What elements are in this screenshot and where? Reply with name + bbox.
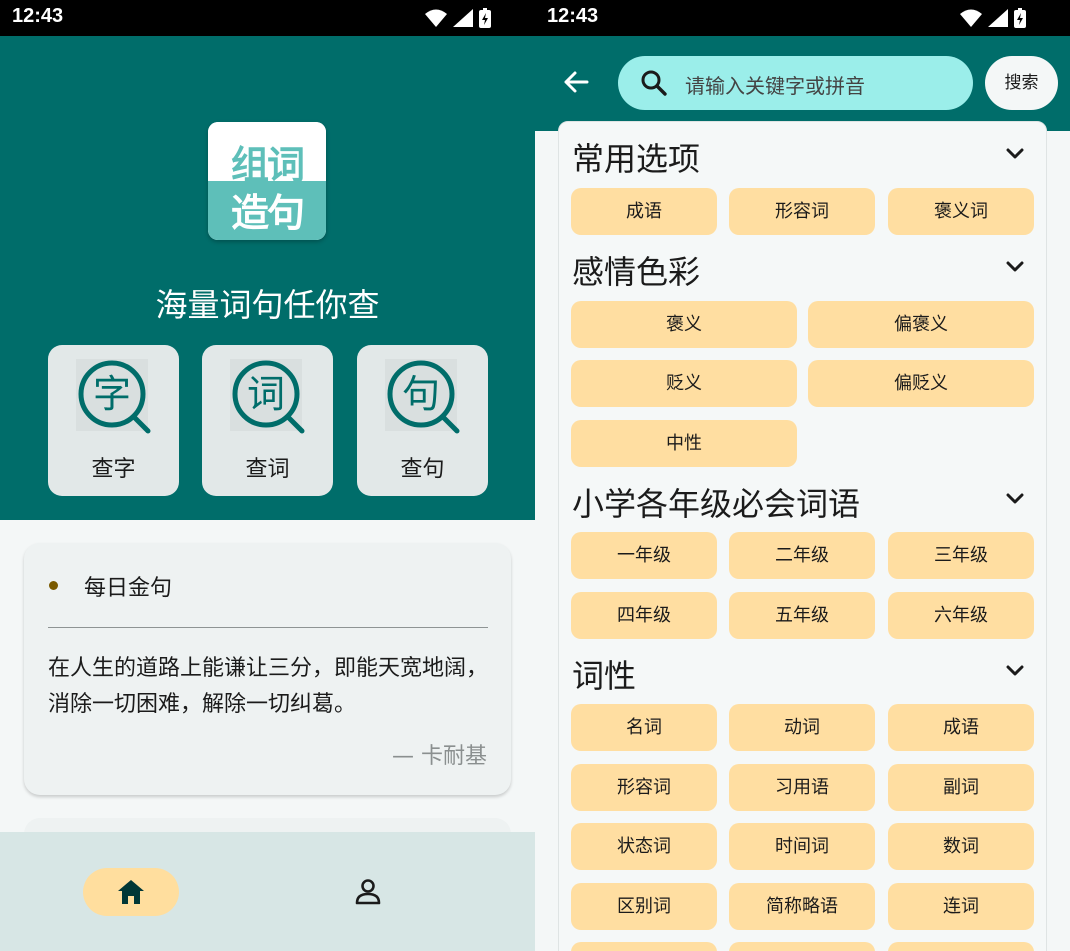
chip-common-2[interactable]: 形容词 bbox=[729, 188, 875, 235]
section-title-pos: 词性 bbox=[572, 657, 637, 695]
section-title-sentiment: 感情色彩 bbox=[572, 253, 701, 291]
chip-grade-1[interactable]: 一年级 bbox=[571, 532, 717, 579]
home-icon bbox=[118, 880, 144, 904]
bottom-navigation bbox=[0, 832, 535, 951]
chip-partial bbox=[729, 942, 875, 951]
search-box[interactable]: 请输入关键字或拼音 bbox=[618, 56, 973, 110]
chip-pos-4[interactable]: 形容词 bbox=[571, 764, 717, 811]
chevron-down-icon[interactable] bbox=[1005, 664, 1025, 678]
nav-profile[interactable] bbox=[354, 878, 382, 910]
chip-partial bbox=[888, 942, 1034, 951]
chevron-down-icon[interactable] bbox=[1005, 147, 1025, 161]
status-time: 12:43 bbox=[547, 5, 599, 27]
chip-pos-7[interactable]: 状态词 bbox=[571, 823, 717, 870]
chip-pos-8[interactable]: 时间词 bbox=[729, 823, 875, 870]
chevron-down-icon[interactable] bbox=[1005, 260, 1025, 274]
chip-grade-5[interactable]: 五年级 bbox=[729, 592, 875, 639]
status-time: 12:43 bbox=[12, 5, 64, 27]
status-bar: 12:43 bbox=[535, 0, 1070, 36]
wifi-icon bbox=[425, 9, 447, 27]
search-toolbar: 请输入关键字或拼音 搜索 bbox=[535, 36, 1070, 131]
lookup-character-label: 查字 bbox=[91, 457, 136, 482]
chip-sentiment-3[interactable]: 贬义 bbox=[571, 360, 797, 407]
chip-pos-10[interactable]: 区别词 bbox=[571, 883, 717, 930]
lookup-sentence-button[interactable]: 句 查句 bbox=[357, 345, 488, 496]
app-logo: 组词 造句 bbox=[208, 122, 326, 240]
daily-quote-card[interactable]: 每日金句 在人生的道路上能谦让三分，即能天宽地阔，消除一切困难，解除一切纠葛。 … bbox=[24, 543, 511, 795]
chip-grade-4[interactable]: 四年级 bbox=[571, 592, 717, 639]
logo-line-1: 组词 bbox=[230, 143, 305, 187]
magnifier-character-icon: 字 bbox=[76, 359, 151, 434]
home-header: 组词 造句 海量词句任你查 字 查字 词 查词 句 查句 bbox=[0, 36, 535, 520]
chip-common-3[interactable]: 褒义词 bbox=[888, 188, 1034, 235]
chip-pos-5[interactable]: 习用语 bbox=[729, 764, 875, 811]
chip-pos-1[interactable]: 名词 bbox=[571, 704, 717, 751]
section-title-common: 常用选项 bbox=[572, 140, 701, 178]
chip-sentiment-1[interactable]: 褒义 bbox=[571, 301, 797, 348]
chip-partial bbox=[571, 942, 717, 951]
back-arrow-icon[interactable] bbox=[563, 70, 589, 94]
chip-sentiment-4[interactable]: 偏贬义 bbox=[808, 360, 1034, 407]
system-icons bbox=[425, 8, 491, 28]
nav-home[interactable] bbox=[83, 868, 179, 916]
system-icons bbox=[960, 8, 1026, 28]
chip-common-1[interactable]: 成语 bbox=[571, 188, 717, 235]
daily-quote-text: 在人生的道路上能谦让三分，即能天宽地阔，消除一切困难，解除一切纠葛。 bbox=[48, 656, 489, 717]
search-screen: 12:43 请输入关键字或拼音 搜索 常用选项 成语 形容词 褒义词 感情色彩 … bbox=[535, 0, 1070, 951]
slogan: 海量词句任你查 bbox=[155, 286, 380, 324]
status-bar: 12:43 bbox=[0, 0, 535, 36]
search-placeholder: 请输入关键字或拼音 bbox=[685, 74, 865, 98]
chip-pos-3[interactable]: 成语 bbox=[888, 704, 1034, 751]
magnifier-glyph: 词 bbox=[247, 372, 285, 416]
chip-sentiment-2[interactable]: 偏褒义 bbox=[808, 301, 1034, 348]
daily-quote-author: — 卡耐基 bbox=[392, 744, 487, 769]
chip-grade-6[interactable]: 六年级 bbox=[888, 592, 1034, 639]
battery-icon bbox=[1014, 8, 1026, 28]
filter-content: 常用选项 成语 形容词 褒义词 感情色彩 褒义 偏褒义 贬义 偏贬义 中性 小学… bbox=[535, 121, 1070, 951]
user-icon bbox=[355, 879, 381, 905]
logo-line-2: 造句 bbox=[230, 191, 305, 235]
battery-icon bbox=[479, 8, 491, 28]
chip-pos-2[interactable]: 动词 bbox=[729, 704, 875, 751]
chip-pos-12[interactable]: 连词 bbox=[888, 883, 1034, 930]
daily-quote-title: 每日金句 bbox=[84, 576, 173, 601]
divider bbox=[48, 627, 488, 628]
lookup-word-label: 查词 bbox=[245, 457, 290, 482]
lookup-character-button[interactable]: 字 查字 bbox=[48, 345, 179, 496]
signal-icon bbox=[453, 9, 473, 27]
bullet-icon bbox=[49, 581, 58, 590]
search-button[interactable]: 搜索 bbox=[985, 56, 1058, 110]
chip-grade-2[interactable]: 二年级 bbox=[729, 532, 875, 579]
lookup-sentence-label: 查句 bbox=[400, 457, 445, 482]
chip-sentiment-5[interactable]: 中性 bbox=[571, 420, 797, 467]
signal-icon bbox=[988, 9, 1008, 27]
search-icon bbox=[641, 70, 667, 96]
wifi-icon bbox=[960, 9, 982, 27]
chip-pos-11[interactable]: 简称略语 bbox=[729, 883, 875, 930]
section-title-grades: 小学各年级必会词语 bbox=[572, 485, 861, 523]
magnifier-glyph: 句 bbox=[402, 372, 440, 416]
chip-pos-9[interactable]: 数词 bbox=[888, 823, 1034, 870]
chip-grade-3[interactable]: 三年级 bbox=[888, 532, 1034, 579]
magnifier-word-icon: 词 bbox=[230, 359, 305, 434]
home-screen: 12:43 组词 造句 海量词句任你查 字 查字 词 查词 句 查句 每日金句 … bbox=[0, 0, 535, 951]
lookup-word-button[interactable]: 词 查词 bbox=[202, 345, 333, 496]
magnifier-glyph: 字 bbox=[93, 372, 131, 416]
chevron-down-icon[interactable] bbox=[1005, 492, 1025, 506]
magnifier-sentence-icon: 句 bbox=[385, 359, 460, 434]
chip-pos-6[interactable]: 副词 bbox=[888, 764, 1034, 811]
